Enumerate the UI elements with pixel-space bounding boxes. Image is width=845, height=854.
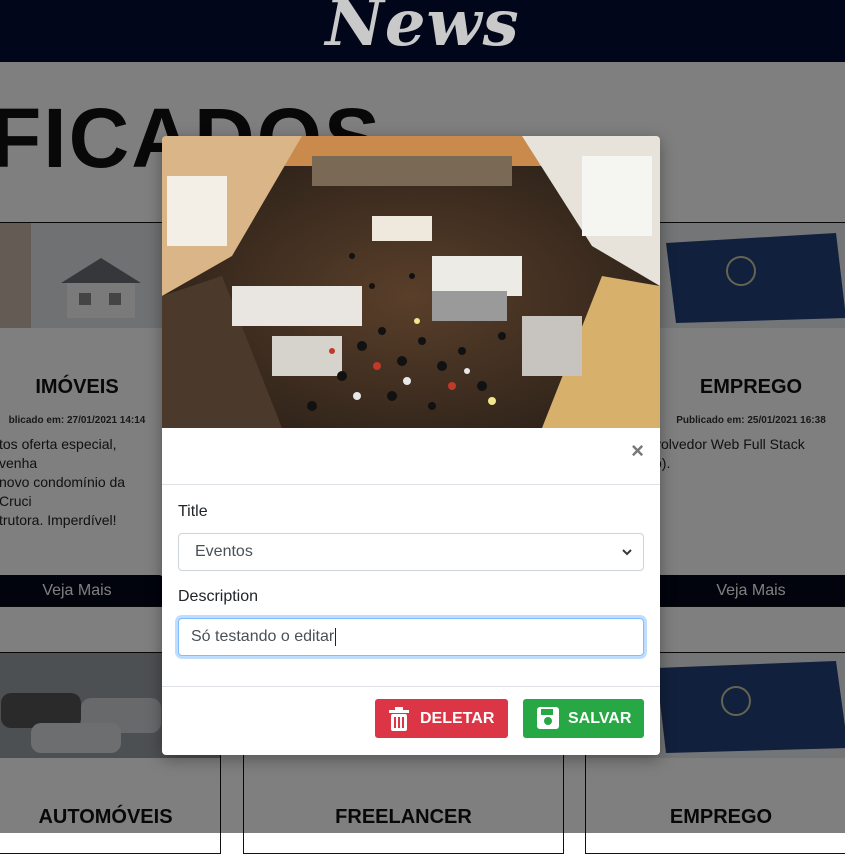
site-logo[interactable]: News: [0, 0, 845, 61]
save-button-label: SALVAR: [568, 710, 632, 727]
description-input-value: Só testando o editar: [191, 628, 335, 645]
description-input[interactable]: Só testando o editar: [178, 618, 644, 656]
text-caret: [335, 627, 337, 646]
edit-news-modal: × Title Eventos Description Só testando …: [162, 136, 660, 755]
trash-icon: [389, 707, 409, 731]
modal-header: ×: [162, 428, 660, 485]
delete-button[interactable]: DELETAR: [375, 699, 508, 738]
description-label: Description: [178, 588, 259, 605]
title-select-value: Eventos: [195, 543, 253, 560]
floppy-disk-icon: [537, 707, 559, 729]
site-header: News: [0, 0, 845, 62]
modal-footer: DELETAR SALVAR: [162, 686, 660, 755]
event-photo: [162, 136, 660, 428]
delete-button-label: DELETAR: [420, 710, 495, 727]
close-icon[interactable]: ×: [631, 438, 644, 464]
chevron-down-icon: [622, 549, 632, 556]
title-select[interactable]: Eventos: [178, 533, 644, 571]
title-label: Title: [178, 503, 208, 520]
save-button[interactable]: SALVAR: [523, 699, 644, 738]
